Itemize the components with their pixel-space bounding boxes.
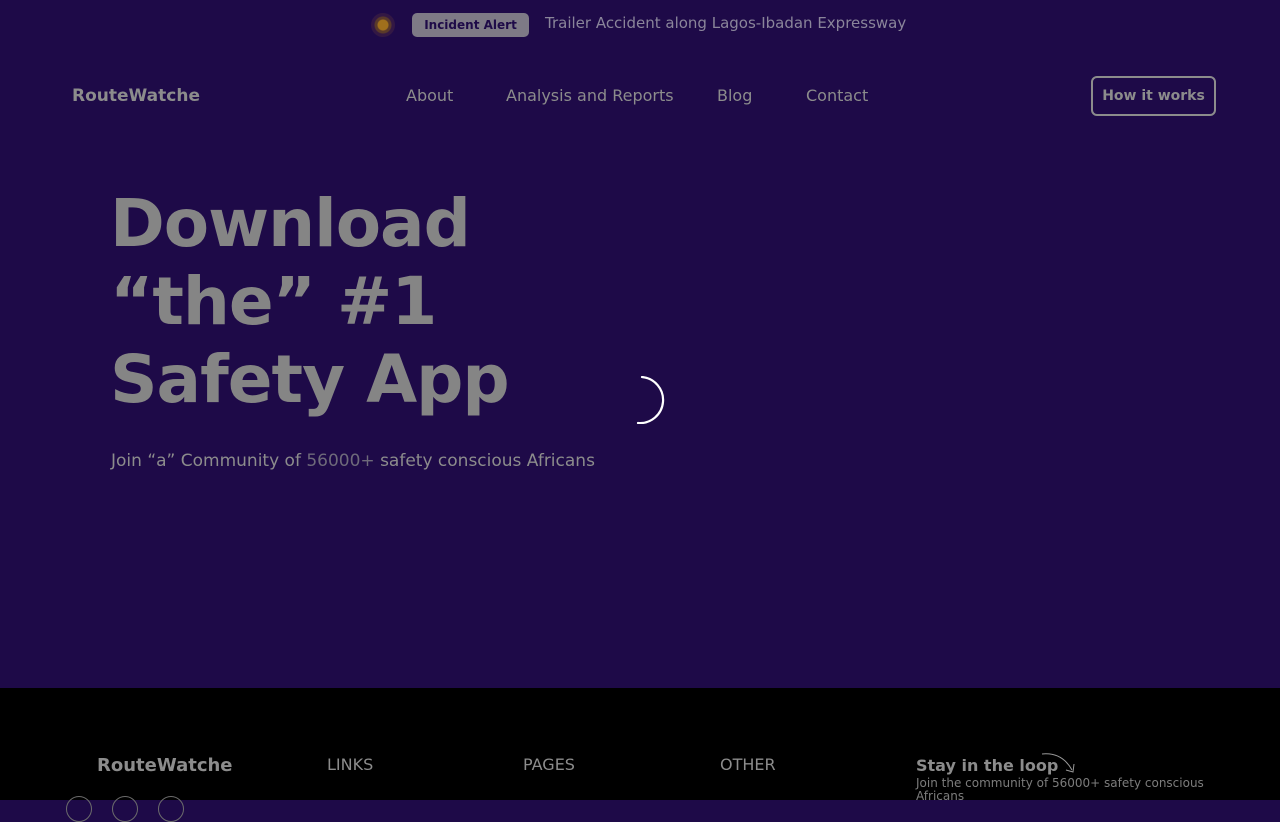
hero-subtitle-prefix: Join “a” Community of — [111, 451, 307, 471]
nav-links: About Analysis and Reports Blog Contact — [0, 86, 1280, 108]
hero-subtitle: Join “a” Community of 56000+ safety cons… — [111, 451, 595, 471]
hero-title-line: Download — [110, 185, 471, 262]
footer-logo[interactable]: RouteWatche — [97, 755, 233, 776]
nav-link-about[interactable]: About — [406, 86, 453, 105]
hero-subtitle-suffix: safety conscious Africans — [374, 451, 595, 471]
pulse-dot-icon — [371, 13, 395, 37]
incident-alert-bar: Incident Alert Trailer Accident along La… — [0, 0, 1280, 50]
incident-alert-badge[interactable]: Incident Alert — [412, 13, 529, 37]
how-it-works-button[interactable]: How it works — [1091, 76, 1216, 116]
community-count: 56000+ — [306, 451, 375, 471]
nav-link-contact[interactable]: Contact — [806, 86, 868, 105]
newsletter-text: Join the community of 56000+ safety cons… — [916, 776, 1204, 803]
nav-link-blog[interactable]: Blog — [717, 86, 752, 105]
nav-link-analysis-and-reports[interactable]: Analysis and Reports — [506, 86, 674, 105]
footer-heading-other: OTHER — [720, 755, 776, 774]
loading-spinner-icon — [636, 376, 665, 424]
hero-title-line: Safety App — [110, 341, 510, 418]
footer: RouteWatche LINKS PAGES OTHER Stay in th… — [0, 688, 1280, 822]
hero-title-line: “the” #1 — [110, 263, 437, 340]
footer-heading-links: LINKS — [327, 755, 374, 774]
newsletter-title: Stay in the loop — [916, 756, 1059, 775]
hero-title: Download “the” #1 Safety App — [110, 185, 510, 419]
footer-heading-pages: PAGES — [523, 755, 575, 774]
incident-alert-text[interactable]: Trailer Accident along Lagos-Ibadan Expr… — [545, 14, 906, 32]
